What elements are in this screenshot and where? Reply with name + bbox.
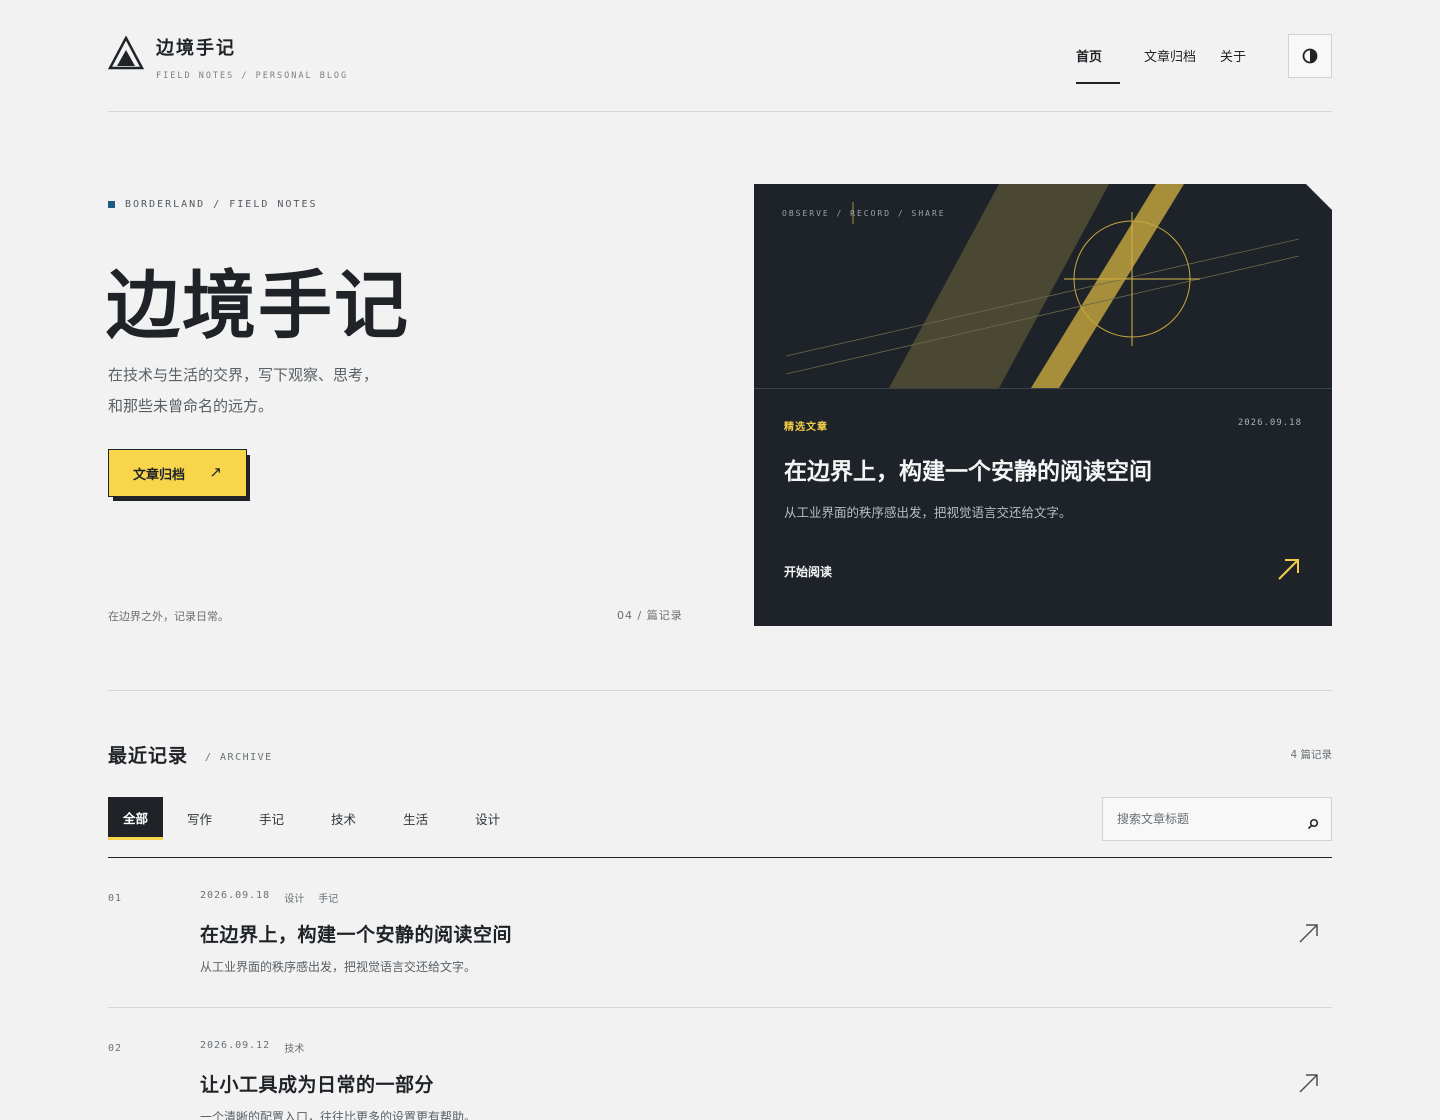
post-meta: 2026.09.12 技术	[200, 1040, 304, 1055]
nav-archive[interactable]: 文章归档	[1144, 46, 1196, 65]
post-list-item[interactable]: 01 2026.09.18 设计 手记 在边界上，构建一个安静的阅读空间 从工业…	[108, 858, 1332, 1008]
archive-cta-button[interactable]: 文章归档 ↗	[108, 449, 247, 497]
section-divider	[108, 690, 1332, 691]
start-reading-link[interactable]: 开始阅读	[784, 563, 832, 580]
featured-description: 从工业界面的秩序感出发，把视觉语言交还给文字。	[784, 505, 1072, 520]
site-header: 边境手记 FIELD NOTES / PERSONAL BLOG 首页 文章归档…	[108, 0, 1332, 112]
post-tag[interactable]: 设计	[284, 890, 304, 905]
archive-count: 4 篇记录	[1290, 749, 1332, 761]
featured-article-card[interactable]: OBSERVE / RECORD / SHARE 精选文章 2026.09.18…	[754, 184, 1332, 626]
arrow-up-right-icon[interactable]	[1298, 922, 1320, 944]
post-title[interactable]: 让小工具成为日常的一部分	[200, 1070, 434, 1097]
hero-post-count: 04 / 篇记录	[617, 609, 683, 622]
featured-tag: 精选文章	[784, 422, 828, 433]
arrow-up-right-icon[interactable]	[1276, 556, 1302, 582]
post-description: 一个清晰的配置入口，往往比更多的设置更有帮助。	[200, 1110, 477, 1120]
triangle-logo-icon[interactable]	[108, 36, 144, 70]
archive-subtitle: / ARCHIVE	[205, 752, 273, 763]
search-icon[interactable]	[1307, 818, 1319, 830]
card-divider	[754, 388, 1332, 389]
nav-home[interactable]: 首页	[1076, 46, 1102, 65]
post-number: 02	[108, 1043, 123, 1054]
post-date: 2026.09.18	[200, 890, 271, 901]
kicker-square-icon	[108, 201, 115, 208]
search-box	[1102, 797, 1332, 841]
nav-active-indicator	[1076, 82, 1120, 84]
filter-tab-notes[interactable]: 手记	[243, 797, 300, 840]
archive-title: 最近记录	[108, 745, 189, 767]
contrast-icon	[1302, 48, 1318, 64]
cta-label: 文章归档	[133, 467, 186, 483]
post-description: 从工业界面的秩序感出发，把视觉语言交还给文字。	[200, 960, 477, 974]
hero-title: 边境手记	[106, 263, 410, 349]
arrow-up-right-icon[interactable]	[1298, 1072, 1320, 1094]
site-title[interactable]: 边境手记	[156, 34, 236, 60]
post-title[interactable]: 在边界上，构建一个安静的阅读空间	[200, 920, 512, 947]
site-subtitle: FIELD NOTES / PERSONAL BLOG	[156, 71, 349, 81]
post-list-item[interactable]: 02 2026.09.12 技术 让小工具成为日常的一部分 一个清晰的配置入口，…	[108, 1008, 1332, 1120]
filter-tab-design[interactable]: 设计	[459, 797, 516, 840]
card-kicker: OBSERVE / RECORD / SHARE	[782, 209, 946, 218]
hero-desc-line-2: 和那些未曾命名的远方。	[108, 397, 274, 415]
arrow-up-right-icon: ↗	[209, 463, 222, 481]
post-number: 01	[108, 893, 123, 904]
filter-tab-writing[interactable]: 写作	[171, 797, 228, 840]
search-input[interactable]	[1103, 798, 1303, 840]
nav-about[interactable]: 关于	[1220, 46, 1246, 65]
hero-kicker: BORDERLAND / FIELD NOTES	[108, 199, 318, 210]
hero-kicker-text: BORDERLAND / FIELD NOTES	[125, 199, 318, 210]
filter-tab-all[interactable]: 全部	[108, 797, 164, 840]
post-meta: 2026.09.18 设计 手记	[200, 890, 338, 905]
featured-title[interactable]: 在边界上，构建一个安静的阅读空间	[784, 452, 1152, 486]
featured-date: 2026.09.18	[1237, 418, 1302, 428]
filter-tab-tech[interactable]: 技术	[315, 797, 372, 840]
post-tag[interactable]: 手记	[318, 890, 338, 905]
hero-description: 在技术与生活的交界，写下观察、思考， 和那些未曾命名的远方。	[108, 360, 528, 422]
filter-tab-life[interactable]: 生活	[387, 797, 444, 840]
hero-desc-line-1: 在技术与生活的交界，写下观察、思考，	[108, 366, 379, 384]
post-date: 2026.09.12	[200, 1040, 271, 1051]
hero-note: 在边界之外，记录日常。	[108, 610, 229, 623]
category-filter-tabs: 全部 写作 手记 技术 生活 设计	[108, 797, 531, 840]
post-tag[interactable]: 技术	[284, 1040, 304, 1055]
theme-toggle-button[interactable]	[1288, 34, 1332, 78]
